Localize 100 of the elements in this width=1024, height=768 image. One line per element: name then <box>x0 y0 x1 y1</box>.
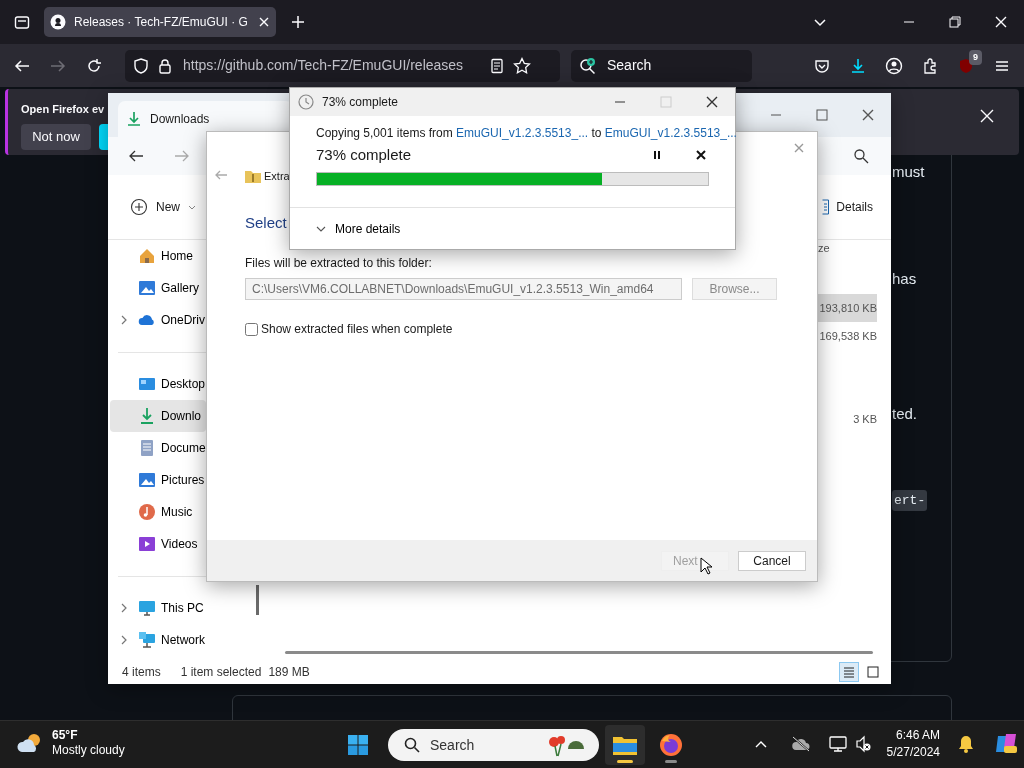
sidebar-item[interactable]: This PC <box>110 592 206 624</box>
page-text: must <box>892 162 925 182</box>
tab-list-icon <box>14 14 30 30</box>
ad-blocker-button[interactable]: 9 <box>948 49 984 82</box>
sidebar-item[interactable]: Music <box>110 496 206 528</box>
back-icon <box>14 57 30 74</box>
account-icon <box>885 56 903 75</box>
dialog-heading: Select <box>245 214 287 232</box>
chevron-icon <box>316 225 326 233</box>
pocket-icon <box>814 57 830 74</box>
close-icon <box>705 95 719 109</box>
status-text: 1 item selected <box>180 664 262 681</box>
more-details-button[interactable]: More details <box>316 220 401 238</box>
lock-icon[interactable] <box>157 57 173 74</box>
firefox-icon <box>658 733 684 757</box>
network-icon <box>138 631 156 649</box>
cancel-button[interactable]: Cancel <box>738 550 806 571</box>
download-icon <box>138 407 156 425</box>
sidebar-item[interactable]: Network <box>110 624 206 656</box>
desktop-icon <box>138 375 156 393</box>
not-now-button[interactable]: Not now <box>21 124 91 150</box>
chevron-icon[interactable] <box>120 635 128 645</box>
show-hidden-icons-icon <box>754 739 767 749</box>
sidebar-item[interactable]: Docume <box>110 432 206 464</box>
column-header[interactable]: ze <box>816 240 877 258</box>
sidebar-item[interactable]: OneDriv <box>110 304 206 336</box>
details-view-button[interactable] <box>839 662 859 682</box>
chevron-icon[interactable] <box>120 603 128 613</box>
page-text: has <box>892 268 917 289</box>
sidebar-item[interactable]: Desktop <box>110 368 206 400</box>
search-field[interactable]: Search <box>605 54 725 77</box>
shield-icon[interactable] <box>133 57 149 74</box>
reader-view-icon[interactable] <box>489 57 505 74</box>
file-explorer-button[interactable] <box>605 725 645 765</box>
computer-icon <box>138 599 156 617</box>
search-bar[interactable]: Search <box>571 49 752 82</box>
sidebar-item[interactable]: Videos <box>110 528 206 560</box>
sidebar-item[interactable]: Home <box>110 240 206 272</box>
videos-icon <box>138 535 156 553</box>
browser-tab[interactable]: Releases · Tech-FZ/EmuGUI · G <box>44 7 276 37</box>
github-icon <box>50 14 66 30</box>
checkbox-label: Show extracted files when complete <box>261 321 453 338</box>
path-field[interactable]: C:\Users\VM6.COLLABNET\Downloads\EmuGUI_v1.2.3.5513_Win_amd64 <box>245 278 682 300</box>
address-bar[interactable]: https://github.com/Tech-FZ/EmuGUI/releases <box>125 49 560 82</box>
details-pane-icon <box>822 199 831 215</box>
status-text: 189 MB <box>268 664 310 681</box>
zip-folder-icon <box>244 168 262 184</box>
forward-icon <box>174 148 190 164</box>
chevron-icon[interactable] <box>120 315 128 325</box>
cursor-icon <box>700 557 712 575</box>
window-title: Downloads <box>150 111 210 128</box>
sidebar-item[interactable]: Downlo <box>110 400 206 432</box>
scrollbar[interactable] <box>256 585 259 615</box>
clock-button[interactable]: 6:46 AM 5/27/2024 <box>882 727 944 761</box>
system-tray-icon <box>828 735 873 753</box>
notifications-icon <box>958 735 974 753</box>
page-text: ted. <box>892 404 918 424</box>
ad-blocker-icon <box>958 57 974 74</box>
search-field[interactable]: Search <box>428 733 538 757</box>
dialog-title: Extra <box>264 169 290 184</box>
temperature-text: 65°F <box>52 728 79 743</box>
restore-icon <box>948 15 962 29</box>
weather-text: Mostly cloudy <box>52 743 125 758</box>
forward-icon <box>50 57 66 74</box>
search-icon <box>853 148 869 164</box>
source-link[interactable]: EmuGUI_v1.2.3.5513_... <box>456 126 589 140</box>
poppy-helmet-icon <box>546 733 586 757</box>
copilot-icon <box>994 732 1018 756</box>
close-icon <box>861 108 875 122</box>
folder-label: Files will be extracted to this folder: <box>245 255 432 272</box>
url-field[interactable]: https://github.com/Tech-FZ/EmuGUI/releases <box>181 54 481 77</box>
destination-link[interactable]: EmuGUI_v1.2.3.5513_... <box>604 126 737 140</box>
details-view-icon <box>843 666 855 678</box>
new-tab-icon <box>291 15 305 29</box>
details-button[interactable]: Details <box>816 194 879 220</box>
sidebar-item[interactable]: Gallery <box>110 272 206 304</box>
checkbox[interactable] <box>245 322 258 336</box>
close-icon <box>979 108 995 124</box>
taskbar-search-bar[interactable]: Search <box>388 729 599 761</box>
size-cell-text: 169,538 KB <box>818 328 877 344</box>
scrollbar[interactable] <box>285 651 873 654</box>
back-icon <box>128 148 144 164</box>
code-snippet: ert- <box>892 489 928 511</box>
time-text: 6:46 AM <box>894 727 940 744</box>
caret-icon <box>188 203 196 211</box>
notification-message: Open Firefox ev <box>21 102 105 117</box>
cloud-off-icon <box>790 736 811 752</box>
close-icon[interactable] <box>258 16 270 28</box>
extension-badge: 9 <box>969 49 982 65</box>
star-icon[interactable] <box>513 56 531 75</box>
pause-icon <box>652 150 662 161</box>
close-icon <box>793 142 805 154</box>
start-icon <box>347 734 369 756</box>
extensions-icon <box>922 57 938 74</box>
size-cell-text: 3 KB <box>852 411 877 427</box>
sidebar-item[interactable]: Pictures <box>110 464 206 496</box>
tiles-view-icon <box>867 666 879 678</box>
download-icon <box>126 111 142 127</box>
new-button[interactable]: New <box>124 194 202 220</box>
maximize-icon <box>815 108 829 122</box>
